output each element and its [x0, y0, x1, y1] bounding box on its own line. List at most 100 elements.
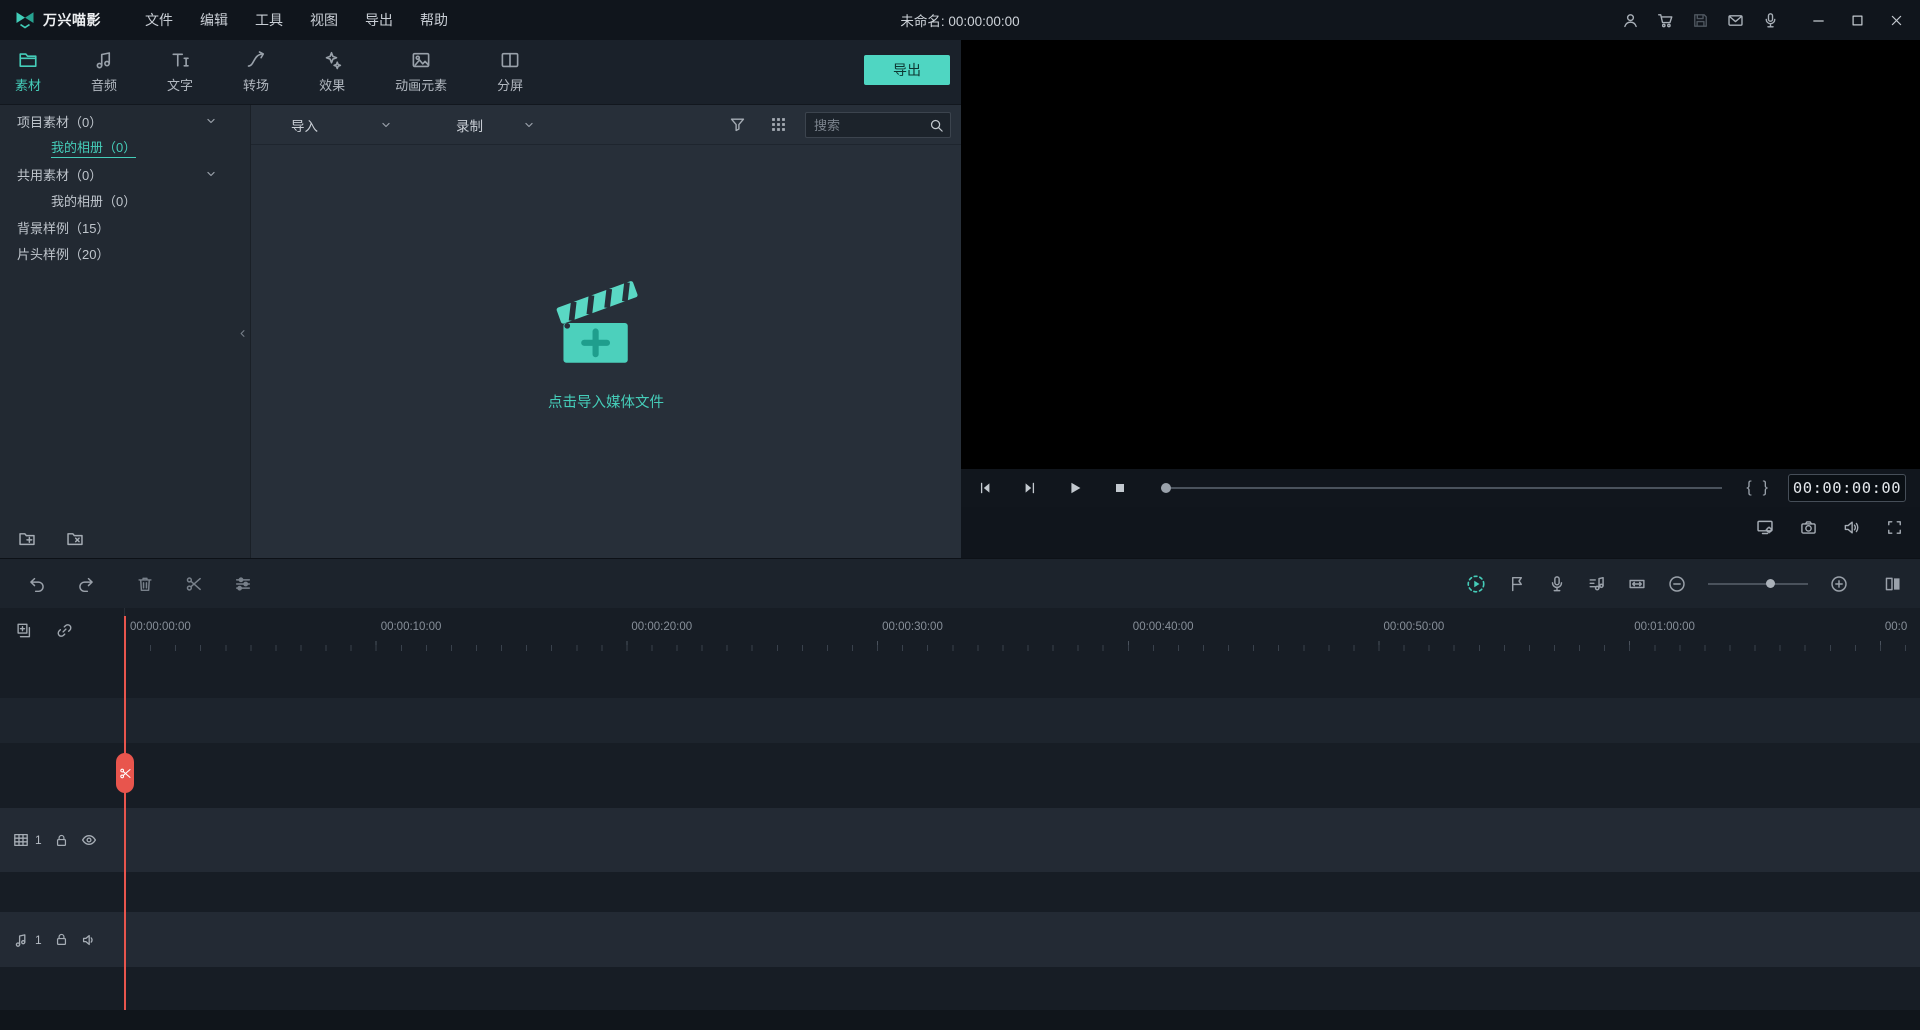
account-icon[interactable]	[1622, 12, 1639, 29]
grid-view-icon[interactable]	[770, 116, 787, 133]
display-settings-icon[interactable]	[1756, 518, 1774, 536]
elements-icon	[411, 50, 431, 70]
app-logo: 万兴喵影	[14, 9, 101, 31]
audio-track-lane[interactable]	[0, 912, 1920, 967]
scrubber-handle[interactable]	[1161, 483, 1171, 493]
add-folder-icon[interactable]	[18, 530, 36, 548]
sidebar-item[interactable]: 项目素材（0）	[0, 108, 250, 135]
toggle-visibility-icon[interactable]	[81, 832, 97, 848]
audio-track-header: 1	[0, 912, 97, 967]
search-icon[interactable]	[929, 118, 944, 133]
render-preview-icon[interactable]	[1466, 574, 1486, 594]
sidebar-item[interactable]: 片头样例（20）	[0, 241, 250, 268]
redo-icon[interactable]	[77, 575, 95, 593]
timeline-scrollbar-area[interactable]	[0, 1010, 1920, 1030]
import-dropdown[interactable]: 导入	[291, 105, 318, 145]
record-chevron-down-icon[interactable]	[522, 118, 536, 132]
tab-text[interactable]: 文字	[142, 40, 218, 104]
ruler-label: 00:0	[1884, 621, 1908, 633]
preview-scrubber[interactable]	[1161, 483, 1723, 493]
audio-mixer-icon[interactable]	[1588, 575, 1606, 593]
fullscreen-icon[interactable]	[1886, 519, 1903, 536]
chevron-down-icon[interactable]	[204, 167, 218, 181]
sidebar-items: 项目素材（0） 我的相册（0） 共用素材（0） 我的相册（0） 背景样例（15） 片头样例…	[0, 105, 250, 267]
sidebar-collapse-handle[interactable]	[236, 327, 249, 340]
tab-split[interactable]: 分屏	[472, 40, 548, 104]
menu-item[interactable]: 编辑	[200, 10, 228, 30]
snapshot-icon[interactable]	[1800, 519, 1817, 536]
library-section: 素材 音频 文字 转场 效果 动画元素 分屏 导出 项目素材（0） 我的相册（0） 共用素材（0…	[0, 40, 961, 558]
ruler-label: 00:00:00:00	[130, 621, 191, 633]
delete-folder-icon[interactable]	[66, 530, 84, 548]
app-window: 万兴喵影 文件 编辑 工具 视图 导出 帮助 未命名: 00:00:00:00 素材 音频文…	[0, 0, 1920, 1030]
audio-icon	[94, 50, 114, 70]
timeline-ruler[interactable]: 00:00:00:00 00:00:10:00 00:00:20:00 00:00:3…	[125, 616, 1920, 651]
tab-media[interactable]: 素材	[0, 40, 66, 104]
mark-in-icon[interactable]: {	[1746, 479, 1751, 497]
menu-item[interactable]: 工具	[255, 10, 283, 30]
record-dropdown[interactable]: 录制	[456, 105, 483, 145]
volume-icon[interactable]	[1843, 519, 1860, 536]
zoom-out-icon[interactable]	[1668, 575, 1686, 593]
ruler-label: 00:00:40:00	[1132, 621, 1194, 633]
search-input[interactable]	[806, 117, 929, 133]
play-icon[interactable]	[1067, 480, 1083, 496]
stop-icon[interactable]	[1112, 480, 1128, 496]
close-icon[interactable]	[1889, 13, 1904, 28]
tab-elements[interactable]: 动画元素	[370, 40, 472, 104]
tab-transition[interactable]: 转场	[218, 40, 294, 104]
link-clips-icon[interactable]	[56, 622, 73, 639]
sidebar-item[interactable]: 共用素材（0）	[0, 161, 250, 188]
import-chevron-down-icon[interactable]	[379, 118, 393, 132]
media-panel: 导入 录制 点击导入媒体文件	[251, 105, 961, 558]
video-preview-area[interactable]	[961, 40, 1920, 469]
menu-bar: 文件 编辑 工具 视图 导出 帮助	[145, 10, 448, 30]
filter-icon[interactable]	[729, 116, 746, 133]
chevron-down-icon[interactable]	[204, 114, 218, 128]
preview-timecode: 00:00:00:00	[1788, 474, 1906, 502]
menu-item[interactable]: 导出	[365, 10, 393, 30]
playhead[interactable]	[116, 616, 134, 1010]
next-frame-icon[interactable]	[1022, 480, 1038, 496]
ruler-label: 00:00:20:00	[631, 621, 693, 633]
split-icon	[500, 50, 520, 70]
panel-layout-icon[interactable]	[1884, 575, 1902, 593]
adjust-properties-icon[interactable]	[234, 575, 252, 593]
download-resources-icon[interactable]	[1762, 12, 1779, 29]
tab-effects[interactable]: 效果	[294, 40, 370, 104]
playhead-handle[interactable]	[116, 753, 134, 793]
mute-track-icon[interactable]	[81, 932, 97, 948]
menu-item[interactable]: 视图	[310, 10, 338, 30]
sidebar-item[interactable]: 背景样例（15）	[0, 214, 250, 241]
sidebar-item[interactable]: 我的相册（0）	[0, 188, 250, 215]
video-track-lane[interactable]	[0, 808, 1920, 872]
export-button[interactable]: 导出	[864, 55, 950, 85]
zoom-to-fit-icon[interactable]	[1628, 575, 1646, 593]
previous-frame-icon[interactable]	[977, 480, 993, 496]
split-icon[interactable]	[185, 575, 203, 593]
project-title: 未命名: 00:00:00:00	[900, 14, 1020, 29]
delete-icon[interactable]	[136, 575, 154, 593]
feedback-icon[interactable]	[1727, 12, 1744, 29]
mark-out-icon[interactable]: }	[1763, 479, 1768, 497]
timeline-zoom-slider[interactable]	[1708, 578, 1808, 588]
zoom-slider-handle[interactable]	[1766, 578, 1775, 588]
manage-tracks-icon[interactable]	[16, 622, 33, 639]
track-lane[interactable]	[0, 698, 1920, 743]
maximize-icon[interactable]	[1850, 13, 1865, 28]
import-media-empty-state[interactable]: 点击导入媒体文件	[251, 273, 961, 412]
lock-track-icon[interactable]	[54, 932, 69, 947]
undo-icon[interactable]	[28, 575, 46, 593]
zoom-in-icon[interactable]	[1830, 575, 1848, 593]
menu-item[interactable]: 帮助	[420, 10, 448, 30]
lock-track-icon[interactable]	[54, 833, 69, 848]
voiceover-icon[interactable]	[1548, 575, 1566, 593]
save-icon[interactable]	[1692, 12, 1709, 29]
menu-item[interactable]: 文件	[145, 10, 173, 30]
marker-icon[interactable]	[1508, 575, 1526, 593]
ruler-label: 00:00:50:00	[1383, 621, 1445, 633]
tab-audio[interactable]: 音频	[66, 40, 142, 104]
store-icon[interactable]	[1657, 12, 1674, 29]
minimize-icon[interactable]	[1811, 13, 1826, 28]
sidebar-item[interactable]: 我的相册（0）	[0, 135, 250, 162]
